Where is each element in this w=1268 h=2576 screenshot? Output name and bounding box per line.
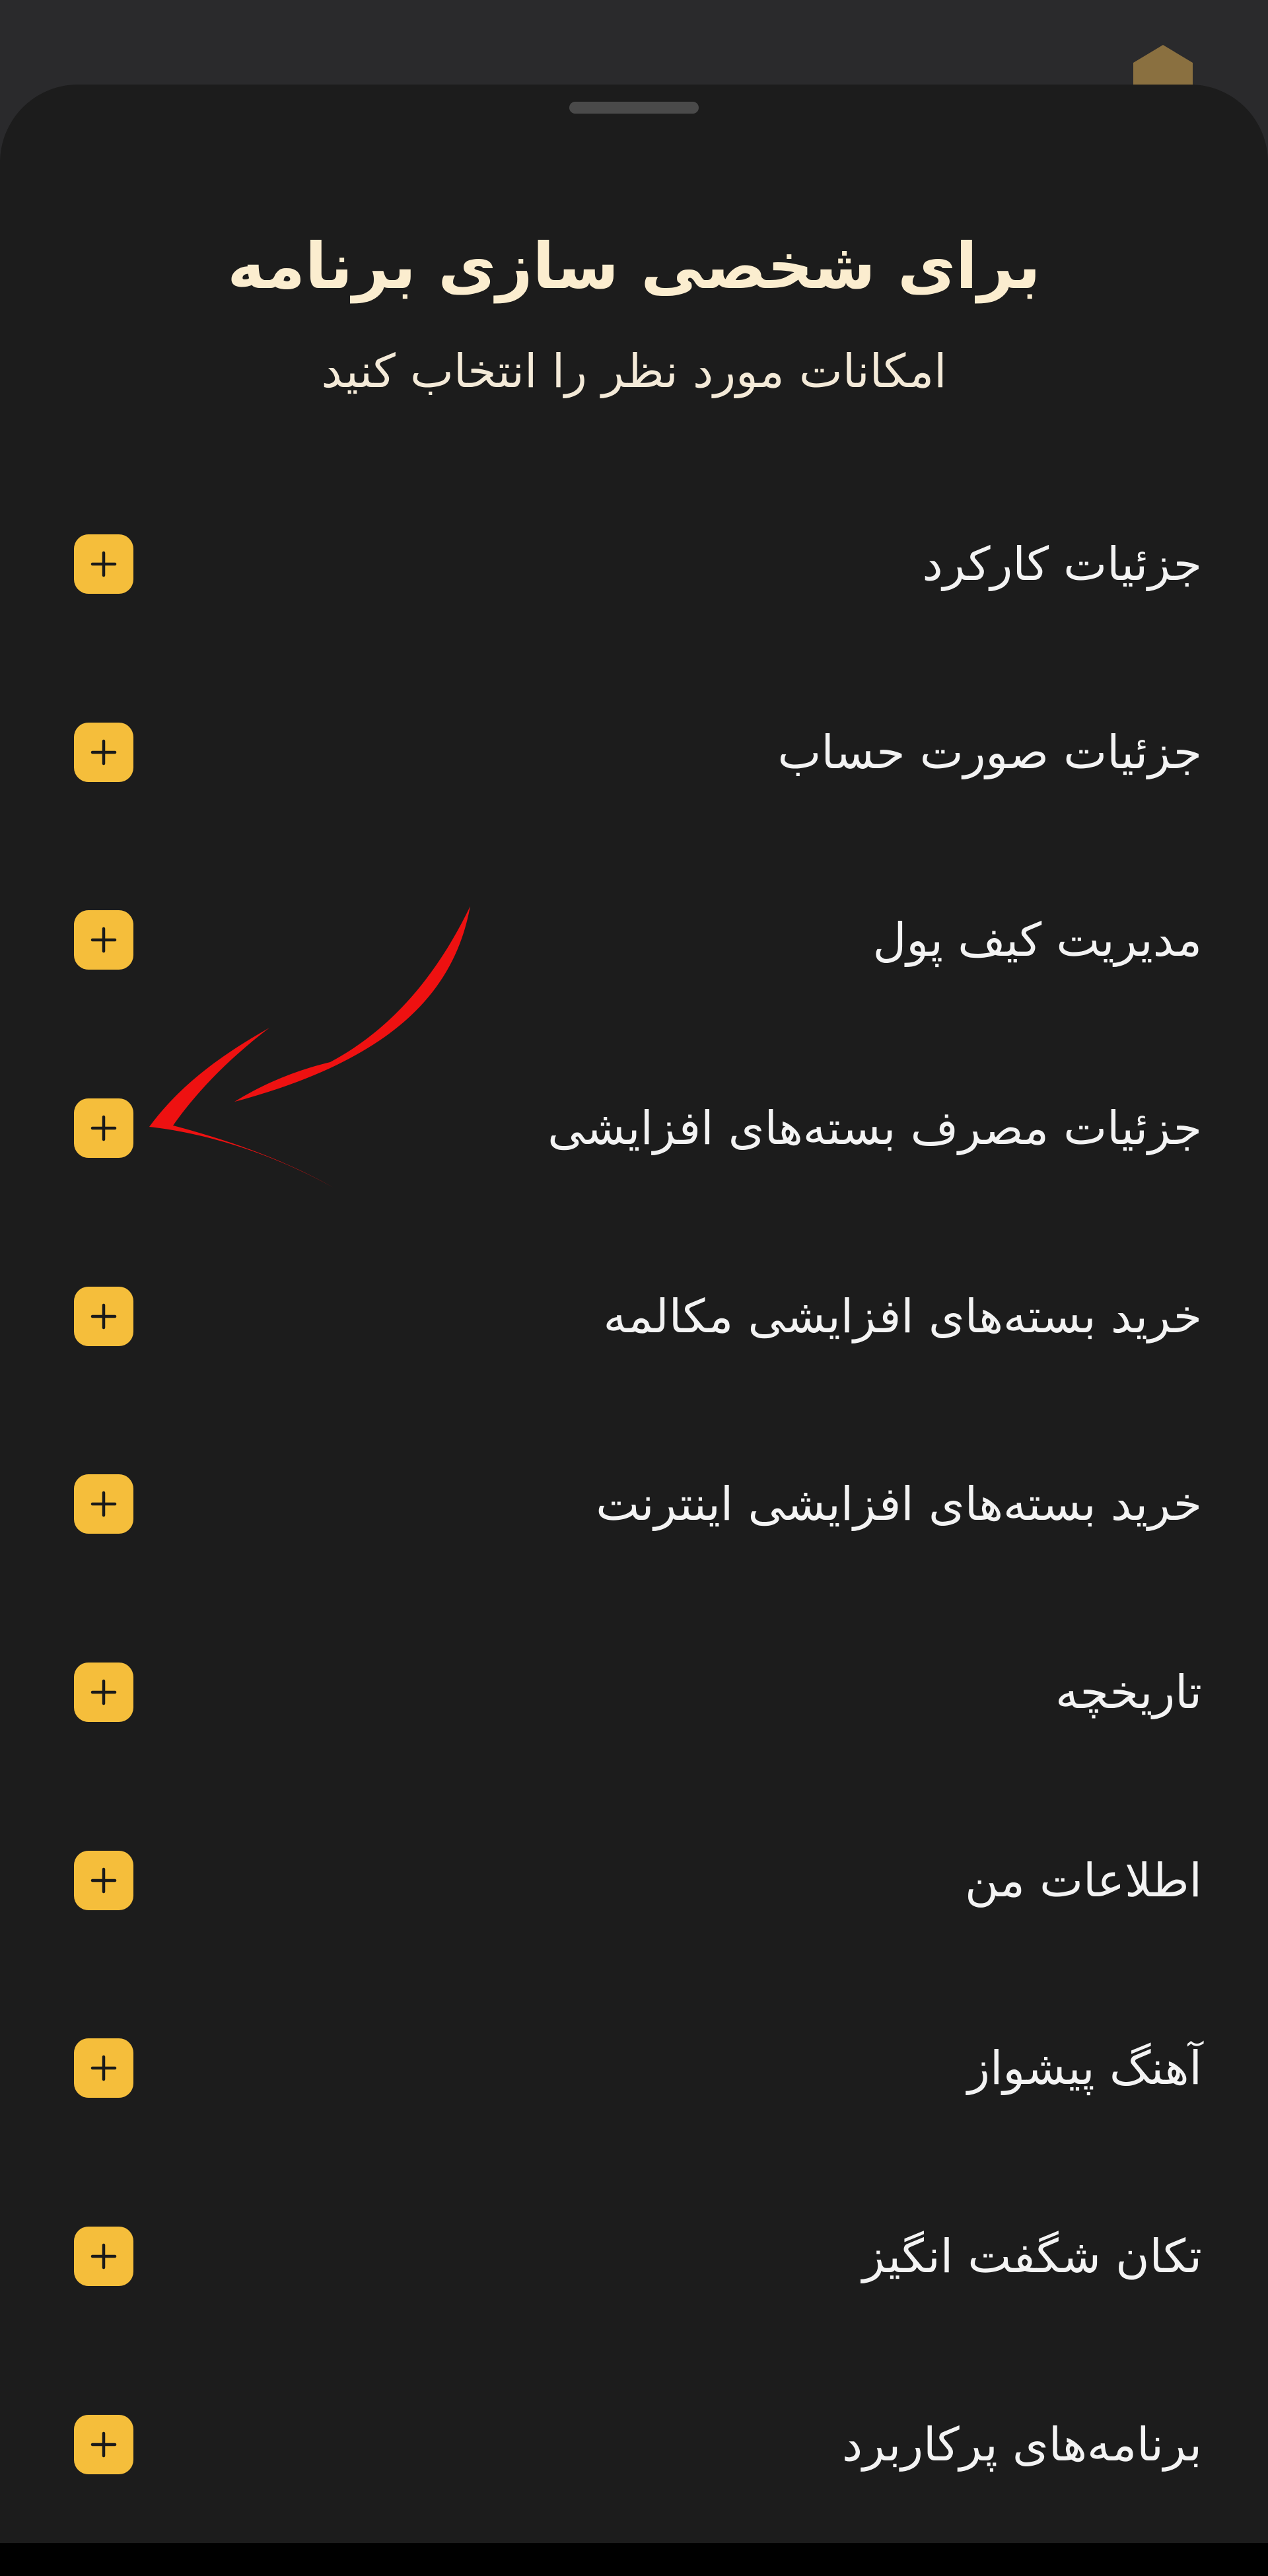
sheet-subtitle: امکانات مورد نظر را انتخاب کنید <box>321 344 947 398</box>
plus-icon <box>90 1491 117 1517</box>
add-feature-button[interactable] <box>74 2038 133 2098</box>
feature-row[interactable]: جزئیات مصرف بسته‌های افزایشی <box>0 1062 1268 1194</box>
bottom-sheet: برای شخصی سازی برنامه امکانات مورد نظر ر… <box>0 85 1268 2543</box>
feature-row[interactable]: اطلاعات من <box>0 1814 1268 1947</box>
feature-row[interactable]: خرید بسته‌های افزایشی مکالمه <box>0 1250 1268 1382</box>
feature-label: آهنگ پیشواز <box>968 2041 1202 2095</box>
add-feature-button[interactable] <box>74 723 133 782</box>
sheet-title: برای شخصی سازی برنامه <box>227 229 1041 303</box>
feature-label: برنامه‌های پرکاربرد <box>841 2417 1202 2472</box>
plus-icon <box>90 551 117 577</box>
feature-row[interactable]: جزئیات کارکرد <box>0 498 1268 630</box>
add-feature-button[interactable] <box>74 2415 133 2474</box>
plus-icon <box>90 1867 117 1894</box>
add-feature-button[interactable] <box>74 1287 133 1346</box>
plus-icon <box>90 1303 117 1330</box>
feature-label: جزئیات مصرف بسته‌های افزایشی <box>547 1101 1202 1155</box>
feature-label: اطلاعات من <box>965 1853 1202 1908</box>
feature-row[interactable]: خرید بسته‌های افزایشی اینترنت <box>0 1438 1268 1570</box>
plus-icon <box>90 2243 117 2270</box>
add-feature-button[interactable] <box>74 1474 133 1534</box>
feature-label: خرید بسته‌های افزایشی اینترنت <box>596 1477 1202 1531</box>
feature-row[interactable]: آهنگ پیشواز <box>0 2002 1268 2134</box>
add-feature-button[interactable] <box>74 2227 133 2286</box>
add-feature-button[interactable] <box>74 1663 133 1722</box>
feature-row[interactable]: تاریخچه <box>0 1626 1268 1758</box>
plus-icon <box>90 2055 117 2081</box>
feature-label: جزئیات کارکرد <box>922 537 1202 591</box>
feature-label: مدیریت کیف پول <box>872 913 1202 967</box>
feature-row[interactable]: برنامه‌های پرکاربرد <box>0 2379 1268 2511</box>
feature-label: خرید بسته‌های افزایشی مکالمه <box>603 1289 1202 1343</box>
feature-label: تاریخچه <box>1055 1665 1202 1719</box>
feature-row[interactable]: مدیریت کیف پول <box>0 874 1268 1006</box>
add-feature-button[interactable] <box>74 1098 133 1158</box>
drag-handle[interactable] <box>569 102 699 114</box>
add-feature-button[interactable] <box>74 534 133 594</box>
feature-row[interactable]: جزئیات صورت حساب <box>0 686 1268 818</box>
add-feature-button[interactable] <box>74 910 133 970</box>
plus-icon <box>90 2431 117 2458</box>
add-feature-button[interactable] <box>74 1851 133 1910</box>
feature-label: جزئیات صورت حساب <box>777 725 1202 779</box>
feature-label: تکان شگفت انگیز <box>862 2229 1202 2283</box>
plus-icon <box>90 1115 117 1141</box>
feature-row[interactable]: تکان شگفت انگیز <box>0 2190 1268 2322</box>
plus-icon <box>90 1679 117 1705</box>
plus-icon <box>90 739 117 766</box>
plus-icon <box>90 927 117 953</box>
screen: برای شخصی سازی برنامه امکانات مورد نظر ر… <box>0 0 1268 2576</box>
